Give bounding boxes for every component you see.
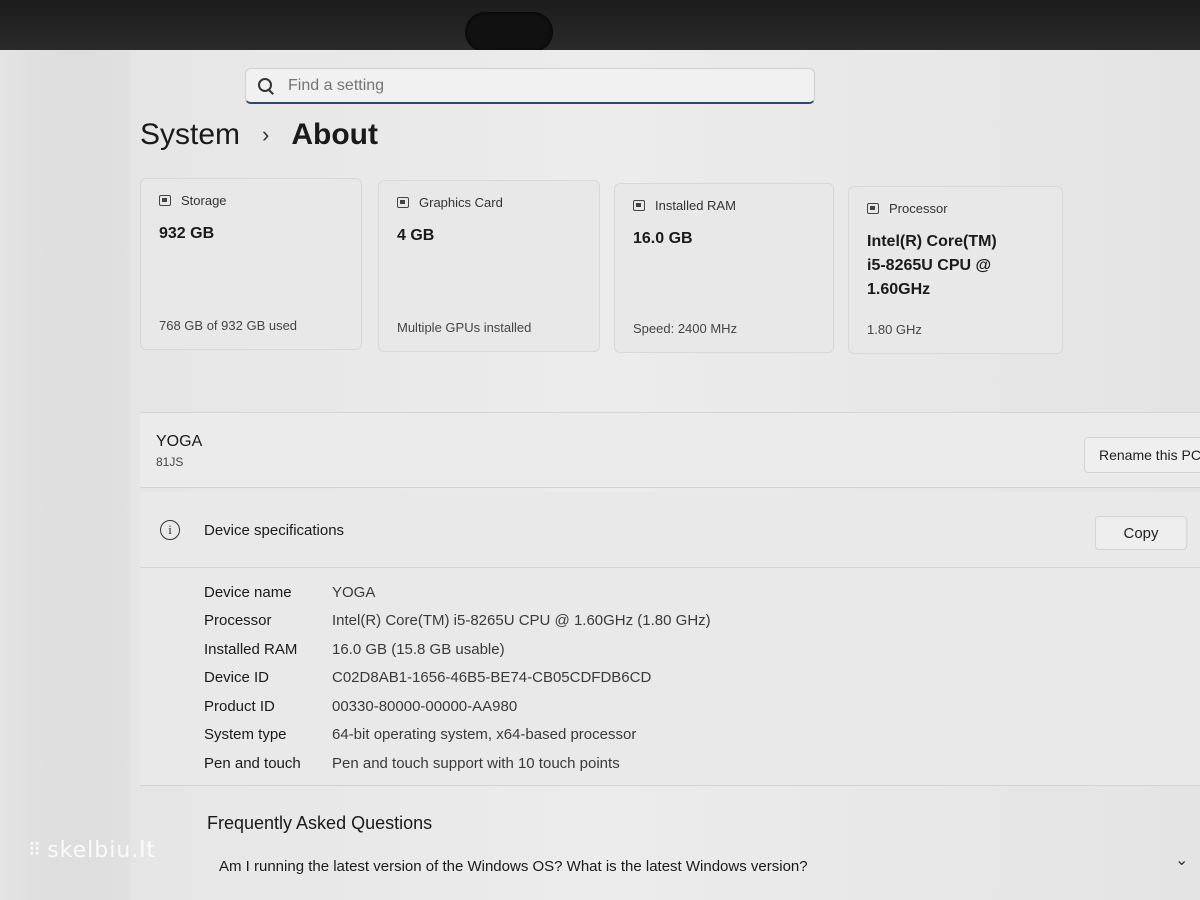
card-value: 16.0 GB xyxy=(633,230,693,247)
spec-value: YOGA xyxy=(332,583,376,601)
search-box[interactable] xyxy=(245,68,815,104)
card-title: Storage xyxy=(181,193,227,208)
spec-label: System type xyxy=(204,726,287,744)
spec-row: Device ID C02D8AB1-1656-46B5-BE74-CB05CD… xyxy=(204,664,711,693)
laptop-bezel xyxy=(0,0,1200,52)
spec-row: Device name YOGA xyxy=(204,578,711,607)
spec-value: 64-bit operating system, x64-based proce… xyxy=(332,726,637,744)
rename-pc-button[interactable]: Rename this PC xyxy=(1084,437,1200,473)
processor-icon xyxy=(867,203,879,214)
card-footer: Multiple GPUs installed xyxy=(397,320,532,335)
card-footer: Speed: 2400 MHz xyxy=(633,321,738,336)
card-header: Installed RAM xyxy=(633,198,815,213)
card-title: Installed RAM xyxy=(655,198,736,213)
spec-label: Product ID xyxy=(204,697,275,715)
watermark-text: skelbiu.lt xyxy=(47,838,157,863)
card-value: Intel(R) Core(TM) i5-8265U CPU @ 1.60GHz xyxy=(867,233,997,298)
faq-question[interactable]: Am I running the latest version of the W… xyxy=(219,858,808,875)
spec-value: 16.0 GB (15.8 GB usable) xyxy=(332,640,505,658)
page-title: About xyxy=(291,118,378,151)
card-header: Storage xyxy=(159,193,343,208)
chevron-right-icon: › xyxy=(262,122,270,147)
graphics-card-icon xyxy=(397,197,409,208)
specs-title: Device specifications xyxy=(204,522,345,539)
device-specifications-panel: i Device specifications Copy Device name… xyxy=(140,492,1200,786)
spec-row: Processor Intel(R) Core(TM) i5-8265U CPU… xyxy=(204,607,711,636)
search-icon xyxy=(258,77,274,94)
webcam xyxy=(465,12,553,52)
graphics-card-card[interactable]: Graphics Card 4 GB Multiple GPUs install… xyxy=(378,180,600,352)
spec-value: Intel(R) Core(TM) i5-8265U CPU @ 1.60GHz… xyxy=(332,612,711,630)
spec-label: Device name xyxy=(204,583,292,601)
breadcrumb-parent[interactable]: System xyxy=(140,118,240,152)
spec-value: Pen and touch support with 10 touch poin… xyxy=(332,754,620,772)
search-input[interactable] xyxy=(288,76,768,95)
installed-ram-card[interactable]: Installed RAM 16.0 GB Speed: 2400 MHz xyxy=(614,183,834,353)
card-footer: 768 GB of 932 GB used xyxy=(159,318,298,333)
copy-button[interactable]: Copy xyxy=(1095,516,1187,550)
spec-row: System type 64-bit operating system, x64… xyxy=(204,721,711,750)
card-value: 4 GB xyxy=(397,227,435,244)
processor-card[interactable]: Processor Intel(R) Core(TM) i5-8265U CPU… xyxy=(848,186,1063,354)
watermark: ⠿ skelbiu.lt xyxy=(28,838,156,863)
card-value: 932 GB xyxy=(159,225,215,242)
card-footer: 1.80 GHz xyxy=(867,322,922,337)
chevron-down-icon[interactable]: ⌄ xyxy=(1175,850,1188,870)
faq-title: Frequently Asked Questions xyxy=(207,813,433,833)
screen-glare xyxy=(0,50,130,900)
storage-card[interactable]: Storage 932 GB 768 GB of 932 GB used xyxy=(140,178,362,350)
spec-label: Processor xyxy=(204,612,272,630)
card-header: Processor xyxy=(867,201,1044,216)
device-model: 81JS xyxy=(156,455,184,469)
storage-icon xyxy=(159,195,171,206)
spec-row: Pen and touch Pen and touch support with… xyxy=(204,749,711,778)
spec-label: Device ID xyxy=(204,669,270,687)
info-icon: i xyxy=(160,520,180,540)
card-header: Graphics Card xyxy=(397,195,581,210)
watermark-logo-icon: ⠿ xyxy=(28,840,41,861)
breadcrumb: System › About xyxy=(140,118,378,152)
spec-row: Installed RAM 16.0 GB (15.8 GB usable) xyxy=(204,635,711,664)
device-panel: YOGA 81JS Rename this PC xyxy=(140,412,1200,488)
device-name: YOGA xyxy=(156,433,203,450)
spec-value: 00330-80000-00000-AA980 xyxy=(332,697,518,715)
spec-label: Installed RAM xyxy=(204,640,298,658)
spec-rows: Device name YOGA Processor Intel(R) Core… xyxy=(204,578,711,778)
spec-row: Product ID 00330-80000-00000-AA980 xyxy=(204,692,711,721)
card-title: Processor xyxy=(889,201,948,216)
ram-icon xyxy=(633,200,645,211)
spec-label: Pen and touch xyxy=(204,754,301,772)
spec-value: C02D8AB1-1656-46B5-BE74-CB05CDFDB6CD xyxy=(332,669,652,687)
card-title: Graphics Card xyxy=(419,195,503,210)
specs-header[interactable]: i Device specifications Copy xyxy=(140,492,1200,568)
